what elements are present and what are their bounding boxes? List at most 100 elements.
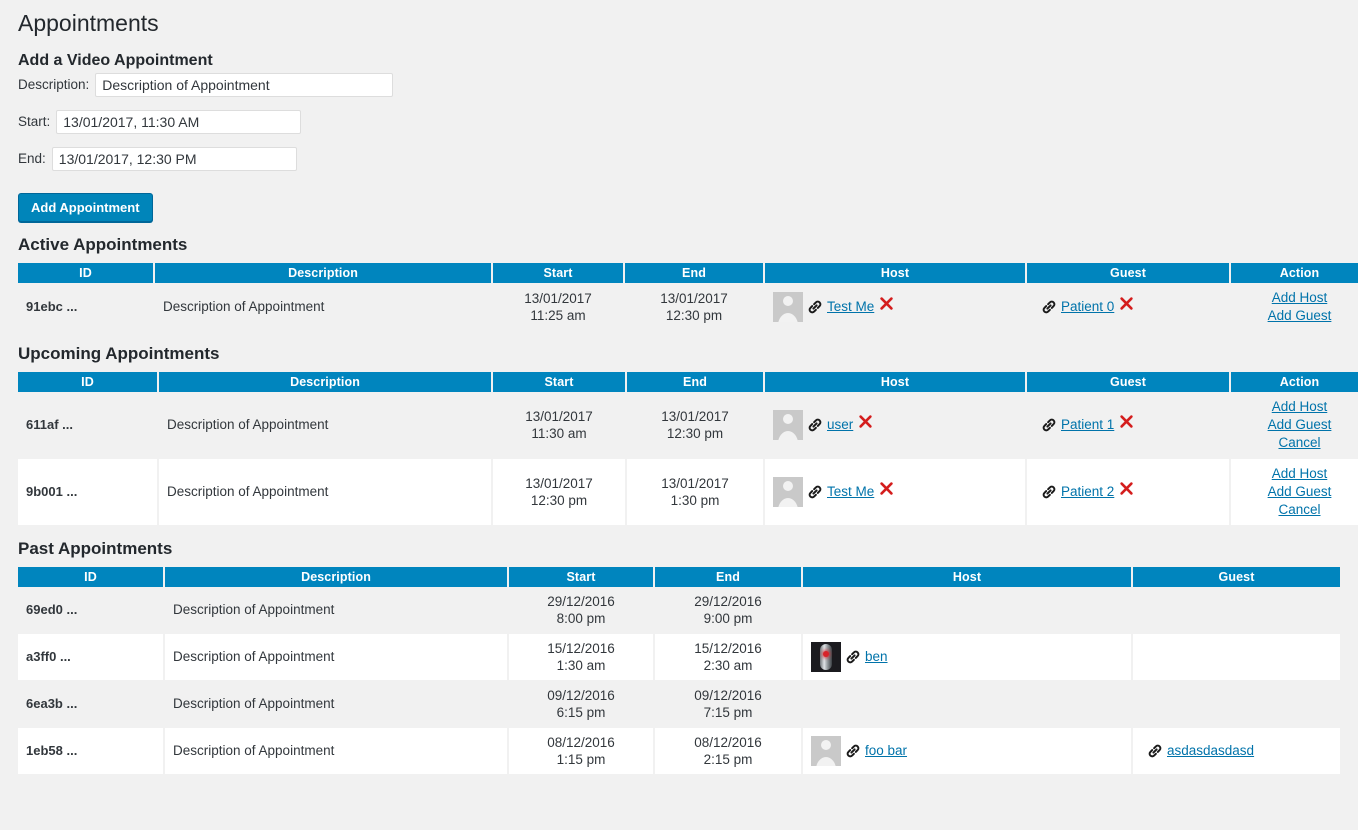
column-header-start: Start <box>508 566 655 587</box>
cell-id: 69ed0 ... <box>18 586 165 634</box>
person-chip: Patient 0 <box>1035 296 1221 317</box>
cell-host <box>802 680 1133 728</box>
cell-id: 9b001 ... <box>18 457 159 526</box>
description-label: Description: <box>18 77 90 93</box>
person-link[interactable]: Patient 0 <box>1061 300 1114 314</box>
column-header-guest: Guest <box>1026 371 1231 392</box>
end-input[interactable] <box>51 146 297 171</box>
column-header-start: Start <box>492 262 625 283</box>
remove-icon[interactable] <box>879 296 894 311</box>
link-icon[interactable] <box>807 299 823 315</box>
person-link[interactable]: asdasdasdasd <box>1167 744 1254 758</box>
cell-id: 611af ... <box>18 391 159 459</box>
cell-guest: Patient 1 <box>1026 391 1231 459</box>
link-icon[interactable] <box>1041 299 1057 315</box>
action-links: Add Host Add Guest <box>1239 289 1358 325</box>
action-add-host[interactable]: Add Host <box>1239 465 1358 483</box>
cell-description: Description of Appointment <box>154 282 493 331</box>
action-add-guest[interactable]: Add Guest <box>1239 416 1358 434</box>
link-icon[interactable] <box>1041 484 1057 500</box>
cell-end: 13/01/2017 1:30 pm <box>626 457 765 526</box>
link-icon[interactable] <box>1041 417 1057 433</box>
active-appointments-title: Active Appointments <box>18 234 188 254</box>
link-icon[interactable] <box>845 743 861 759</box>
action-add-host[interactable]: Add Host <box>1239 289 1358 307</box>
column-header-description: Description <box>154 262 493 283</box>
cell-host: ben <box>802 632 1133 681</box>
remove-icon[interactable] <box>1119 296 1134 311</box>
cell-description: Description of Appointment <box>164 680 509 728</box>
person-link[interactable]: ben <box>865 650 888 664</box>
start-input[interactable] <box>56 109 302 134</box>
cell-id: a3ff0 ... <box>18 632 165 681</box>
link-icon[interactable] <box>807 417 823 433</box>
avatar <box>811 735 841 766</box>
cell-start: 15/12/2016 1:30 am <box>508 632 655 681</box>
action-add-guest[interactable]: Add Guest <box>1239 307 1358 325</box>
active-table-head: ID Description Start End Host Guest Action <box>18 262 1358 283</box>
description-input[interactable] <box>95 72 394 97</box>
action-cancel[interactable]: Cancel <box>1239 501 1358 519</box>
cell-host <box>802 586 1133 634</box>
add-appointment-heading: Add a Video Appointment <box>18 51 213 69</box>
start-label: Start: <box>18 114 51 130</box>
table-row: 611af ... Description of Appointment 13/01… <box>18 391 1358 459</box>
column-header-id: ID <box>18 566 165 587</box>
cell-action: Add Host Add Guest <box>1230 283 1358 331</box>
person-link[interactable]: Test Me <box>827 485 874 499</box>
remove-icon[interactable] <box>879 481 894 496</box>
cell-guest <box>1132 587 1340 634</box>
cell-end: 13/01/2017 12:30 pm <box>626 391 765 459</box>
link-icon[interactable] <box>1147 743 1163 759</box>
cell-start: 13/01/2017 12:30 pm <box>492 457 627 526</box>
person-link[interactable]: Test Me <box>827 300 874 314</box>
past-appointments-title: Past Appointments <box>18 538 173 558</box>
remove-icon[interactable] <box>858 414 873 429</box>
active-table-body: 91ebc ... Description of Appointment 13/01… <box>18 282 1358 331</box>
upcoming-table-head: ID Description Start End Host Guest Action <box>18 371 1358 392</box>
person-chip: Test Me <box>773 476 1017 507</box>
cell-host: Test Me <box>764 457 1027 526</box>
remove-icon[interactable] <box>1119 414 1134 429</box>
cell-start: 29/12/2016 8:00 pm <box>508 586 655 634</box>
page-title: Appointments <box>18 10 159 36</box>
cell-description: Description of Appointment <box>164 632 509 681</box>
start-row: Start: <box>18 109 1340 134</box>
past-table-body: 69ed0 ... Description of Appointment 29/12… <box>18 586 1340 775</box>
person-chip: user <box>773 409 1017 440</box>
cell-end: 29/12/2016 9:00 pm <box>654 586 803 634</box>
person-link[interactable]: Patient 1 <box>1061 418 1114 432</box>
person-link[interactable]: user <box>827 418 853 432</box>
remove-icon[interactable] <box>1119 481 1134 496</box>
cell-id: 1eb58 ... <box>18 726 165 775</box>
upcoming-table-body: 611af ... Description of Appointment 13/01… <box>18 391 1358 526</box>
table-row: 9b001 ... Description of Appointment 13/01… <box>18 457 1358 526</box>
end-row: End: <box>18 146 1340 171</box>
column-header-host: Host <box>802 566 1133 587</box>
avatar <box>773 409 803 440</box>
table-header-row: ID Description Start End Host Guest <box>18 566 1340 587</box>
column-header-description: Description <box>158 371 493 392</box>
column-header-end: End <box>626 371 765 392</box>
person-chip: ben <box>811 641 1123 672</box>
person-chip: asdasdasdasd <box>1141 743 1332 759</box>
add-appointment-button[interactable]: Add Appointment <box>18 192 153 222</box>
table-row: 91ebc ... Description of Appointment 13/01… <box>18 282 1358 331</box>
person-link[interactable]: Patient 2 <box>1061 485 1114 499</box>
cell-host: Test Me <box>764 282 1027 331</box>
avatar <box>773 476 803 507</box>
cell-id: 6ea3b ... <box>18 680 165 728</box>
column-header-action: Action <box>1230 262 1358 283</box>
person-link[interactable]: foo bar <box>865 744 907 758</box>
link-icon[interactable] <box>807 484 823 500</box>
action-add-host[interactable]: Add Host <box>1239 398 1358 416</box>
cell-end: 09/12/2016 7:15 pm <box>654 680 803 728</box>
cell-end: 13/01/2017 12:30 pm <box>624 282 765 331</box>
action-add-guest[interactable]: Add Guest <box>1239 483 1358 501</box>
past-table-head: ID Description Start End Host Guest <box>18 566 1340 587</box>
cell-start: 08/12/2016 1:15 pm <box>508 726 655 775</box>
link-icon[interactable] <box>845 649 861 665</box>
action-cancel[interactable]: Cancel <box>1239 434 1358 452</box>
column-header-action: Action <box>1230 371 1358 392</box>
cell-guest: Patient 2 <box>1026 457 1231 526</box>
